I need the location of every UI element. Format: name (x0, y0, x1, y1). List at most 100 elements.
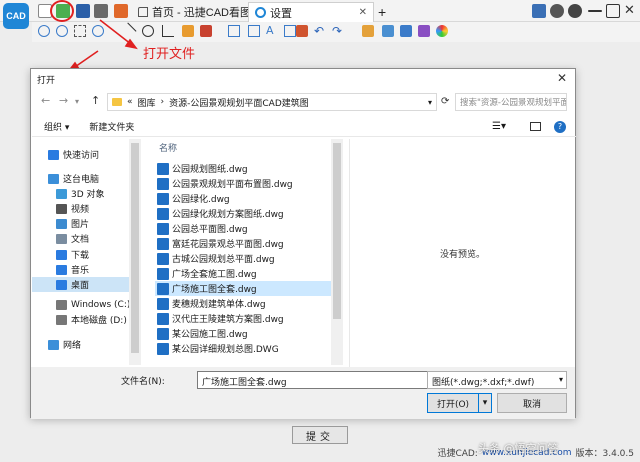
address-bar[interactable]: « 图库 › 资源-公园景观规划平面CAD建筑图 ▾ (107, 93, 437, 111)
nav-item-label: 图片 (71, 220, 90, 230)
nav-item[interactable]: 文档 (32, 231, 132, 246)
nav-item[interactable]: 网络 (32, 337, 132, 352)
filename-label: 文件名(N): (121, 377, 165, 387)
file-row[interactable]: 广场施工图全套.dwg (155, 281, 331, 296)
music-icon (56, 264, 67, 275)
filename-input[interactable]: 广场施工图全套.dwg ▾ (197, 371, 452, 389)
file-row[interactable]: 广场全套施工图.dwg (155, 266, 331, 281)
nav-item-label: 下载 (71, 251, 90, 261)
file-row[interactable]: 富廷花园景观总平面图.dwg (155, 236, 331, 251)
preview-message: 没有预览。 (439, 249, 485, 260)
help-icon[interactable]: ? (554, 120, 566, 133)
breadcrumb-item-current[interactable]: 资源-公园景观规划平面CAD建筑图 (169, 96, 309, 109)
nav-item-label: 桌面 (71, 281, 90, 291)
recent-locations-icon[interactable]: ▾ (75, 97, 79, 106)
search-input[interactable]: 搜索"资源-公园景观规划平面... ⌕ (455, 93, 567, 111)
file-row[interactable]: 公园景观规划平面布置图.dwg (155, 176, 331, 191)
dialog-close-icon[interactable]: ✕ (557, 71, 567, 85)
dwg-file-icon (157, 267, 169, 280)
nav-item[interactable]: 图片 (32, 216, 132, 231)
nav-item-label: 音乐 (71, 266, 90, 276)
dwg-file-icon (157, 207, 169, 220)
file-row[interactable]: 麦穗规划建筑单体.dwg (155, 296, 331, 311)
open-button-label: 打开(O) (436, 399, 470, 410)
cube-icon (56, 188, 67, 199)
nav-item[interactable]: 这台电脑 (32, 171, 132, 186)
nav-item[interactable]: 本地磁盘 (D:) (32, 312, 132, 327)
dwg-file-icon (157, 237, 169, 250)
folder-icon (112, 98, 122, 106)
nav-item[interactable]: 桌面 (32, 277, 132, 292)
nav-scrollbar[interactable] (129, 139, 141, 365)
video-icon (56, 203, 67, 214)
refresh-icon[interactable]: ⟳ (441, 96, 449, 107)
nav-item[interactable]: 3D 对象 (32, 186, 132, 201)
watermark: 头条 @悟空问答 (478, 442, 559, 455)
dialog-title: 打开 (37, 76, 56, 86)
address-dropdown-icon[interactable]: ▾ (428, 98, 432, 107)
submit-button[interactable]: 提交 (292, 426, 348, 444)
document-icon (56, 233, 67, 244)
computer-icon (48, 173, 59, 184)
file-name: 广场全套施工图.dwg (172, 270, 257, 280)
nav-item-label: 本地磁盘 (D:) (71, 316, 127, 326)
column-header-name[interactable]: 名称 (155, 141, 177, 154)
dwg-file-icon (157, 312, 169, 325)
file-name: 古城公园规划总平面.dwg (172, 255, 275, 265)
file-row[interactable]: 公园总平面图.dwg (155, 221, 331, 236)
file-name: 公园总平面图.dwg (172, 225, 248, 235)
version-label: 版本：3.4.0.5 (575, 449, 635, 459)
nav-item[interactable]: 视频 (32, 201, 132, 216)
chevron-down-icon[interactable]: ▾ (559, 375, 563, 384)
file-row[interactable]: 某公园施工图.dwg (155, 326, 331, 341)
file-row[interactable]: 某公园详细规划总图.DWG (155, 341, 331, 356)
nav-item-label: 网络 (63, 341, 82, 351)
file-name: 广场施工图全套.dwg (172, 285, 257, 295)
forward-arrow-icon[interactable]: → (59, 94, 68, 107)
dwg-file-icon (157, 162, 169, 175)
cancel-button[interactable]: 取消 (497, 393, 567, 413)
dwg-file-icon (157, 297, 169, 310)
file-list: 名称 公园规划图纸.dwg 公园景观规划平面布置图.dwg 公园绿化.dwg 公园绿化… (155, 139, 343, 367)
picture-icon (56, 218, 67, 229)
star-icon (48, 149, 59, 160)
preview-pane-icon[interactable] (530, 122, 541, 131)
nav-item[interactable]: 快速访问 (32, 147, 132, 162)
download-icon (56, 249, 67, 260)
open-dropdown-button[interactable]: ▾ (478, 393, 492, 413)
file-row[interactable]: 古城公园规划总平面.dwg (155, 251, 331, 266)
file-name: 公园规划图纸.dwg (172, 165, 248, 175)
file-row[interactable]: 公园绿化规划方案图纸.dwg (155, 206, 331, 221)
open-button[interactable]: 打开(O) (427, 393, 479, 413)
dwg-file-icon (157, 342, 169, 355)
file-row[interactable]: 公园规划图纸.dwg (155, 161, 331, 176)
nav-item[interactable]: 音乐 (32, 262, 132, 277)
organize-button[interactable]: 组织 ▾ (44, 120, 69, 133)
nav-item-label: Windows (C:) (71, 299, 131, 310)
file-name: 富廷花园景观总平面图.dwg (172, 240, 284, 250)
command-bar: 组织 ▾ 新建文件夹 ☰▾ ? (32, 117, 576, 137)
nav-item[interactable]: Windows (C:) (32, 297, 132, 312)
breadcrumb-item-library[interactable]: 图库 (138, 96, 156, 109)
view-options-icon[interactable]: ☰▾ (492, 121, 506, 132)
search-placeholder: 搜索"资源-公园景观规划平面... (460, 98, 567, 108)
nav-item-label: 快速访问 (63, 151, 100, 161)
breadcrumb-overflow[interactable]: « (127, 97, 133, 107)
file-list-scrollbar[interactable] (331, 139, 343, 365)
file-row[interactable]: 汉代庄王陵建筑方案图.dwg (155, 311, 331, 326)
file-row[interactable]: 公园绿化.dwg (155, 191, 331, 206)
file-name: 某公园详细规划总图.DWG (172, 345, 279, 355)
nav-item[interactable]: 下载 (32, 247, 132, 262)
drive-icon (56, 314, 67, 325)
up-arrow-icon[interactable]: ↑ (91, 94, 100, 107)
dwg-file-icon (157, 177, 169, 190)
dwg-file-icon (157, 282, 169, 295)
filename-value: 广场施工图全套.dwg (202, 378, 287, 388)
file-name: 公园景观规划平面布置图.dwg (172, 180, 293, 190)
back-arrow-icon[interactable]: ← (41, 94, 50, 107)
filetype-value: 图纸(*.dwg;*.dxf;*.dwf) (432, 378, 535, 388)
filetype-select[interactable]: 图纸(*.dwg;*.dxf;*.dwf) ▾ (427, 371, 567, 389)
desktop-icon (56, 279, 67, 290)
new-folder-button[interactable]: 新建文件夹 (89, 120, 134, 133)
dwg-file-icon (157, 222, 169, 235)
